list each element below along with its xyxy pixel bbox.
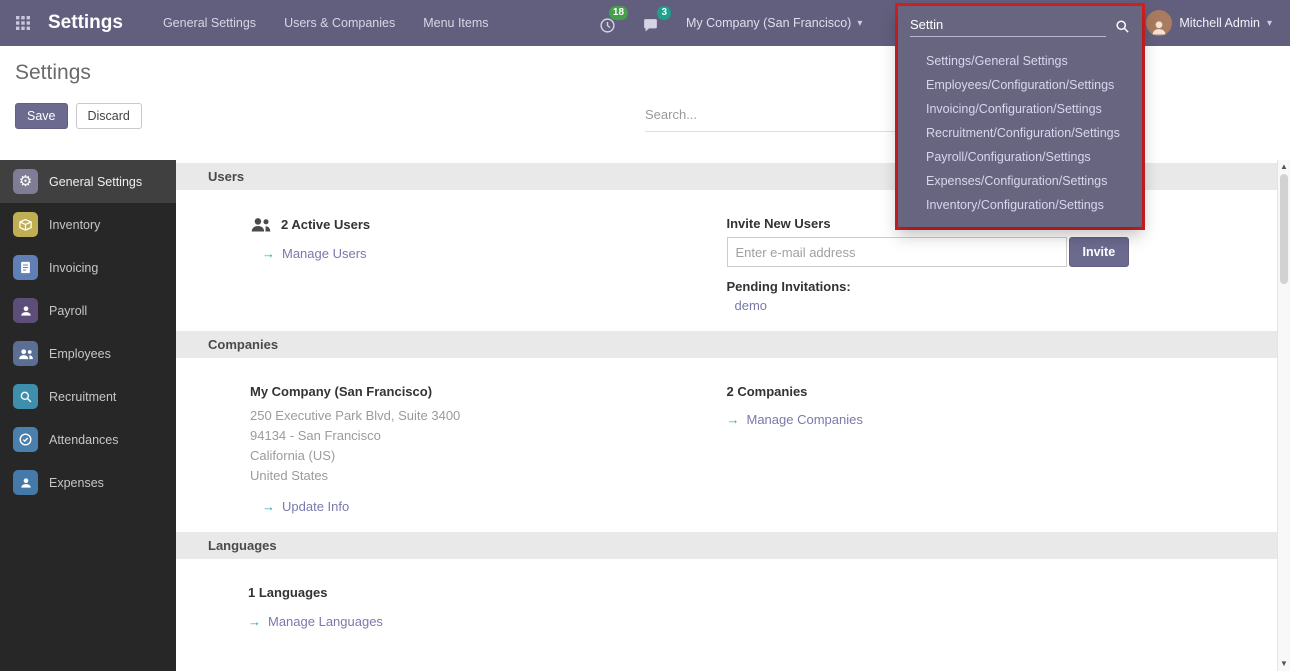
section-header-languages: Languages (176, 532, 1277, 559)
menu-search-result[interactable]: Invoicing/Configuration/Settings (898, 97, 1142, 121)
magnifier-icon (13, 384, 38, 409)
app-title[interactable]: Settings (48, 12, 123, 34)
arrow-right-icon: → (727, 412, 740, 427)
sidebar-item-payroll[interactable]: Payroll (0, 289, 176, 332)
sidebar-item-label: Payroll (49, 304, 87, 318)
sidebar-item-label: Recruitment (49, 390, 116, 404)
menu-general-settings[interactable]: General Settings (149, 16, 270, 30)
pending-invitations-title: Pending Invitations: (727, 279, 1278, 294)
company-switcher[interactable]: My Company (San Francisco) ▾ (672, 16, 876, 30)
users-icon (250, 216, 272, 233)
link-label: Manage Users (282, 246, 367, 261)
control-panel-buttons: Save Discard (15, 103, 142, 129)
sidebar-item-label: General Settings (49, 175, 142, 189)
gear-icon: ⚙ (13, 169, 38, 194)
activity-count-badge: 18 (609, 6, 628, 20)
top-menu: General Settings Users & Companies Menu … (149, 16, 503, 30)
person-icon (1150, 18, 1168, 36)
vertical-scrollbar[interactable]: ▲ ▼ (1277, 160, 1290, 671)
settings-content: Users 2 Active Users → Manage Users Invi… (176, 160, 1277, 671)
message-count-badge: 3 (657, 6, 671, 20)
menu-search-result[interactable]: Expenses/Configuration/Settings (898, 169, 1142, 193)
box-icon (13, 212, 38, 237)
company-name: My Company (San Francisco) (686, 16, 851, 30)
odoo-settings-app: Settings General Settings Users & Compan… (0, 0, 1290, 671)
page-body: ⚙ General Settings Inventory Invoicing (0, 160, 1290, 671)
sidebar-item-label: Employees (49, 347, 111, 361)
menu-search-result[interactable]: Employees/Configuration/Settings (898, 73, 1142, 97)
sidebar-item-label: Attendances (49, 433, 119, 447)
search-view (645, 106, 895, 132)
company-name-text: My Company (San Francisco) (250, 384, 677, 399)
languages-section: 1 Languages → Manage Languages (176, 559, 1277, 647)
invoice-document-icon (13, 255, 38, 280)
sidebar-item-label: Inventory (49, 218, 100, 232)
people-icon (13, 341, 38, 366)
check-circle-icon (13, 427, 38, 452)
sidebar-item-label: Expenses (49, 476, 104, 490)
invite-email-input[interactable] (727, 237, 1067, 267)
companies-section: My Company (San Francisco) 250 Executive… (176, 358, 1277, 532)
company-address-line: California (US) (250, 446, 677, 466)
grid-icon (16, 16, 30, 30)
discard-button[interactable]: Discard (76, 103, 142, 129)
sidebar-item-general-settings[interactable]: ⚙ General Settings (0, 160, 176, 203)
manage-languages-link[interactable]: → Manage Languages (248, 614, 383, 629)
menu-search-result[interactable]: Settings/General Settings (898, 49, 1142, 73)
sidebar-item-label: Invoicing (49, 261, 98, 275)
sidebar-item-recruitment[interactable]: Recruitment (0, 375, 176, 418)
company-address-line: United States (250, 466, 677, 486)
sidebar-item-inventory[interactable]: Inventory (0, 203, 176, 246)
arrow-right-icon: → (262, 246, 275, 261)
arrow-right-icon: → (262, 499, 275, 514)
update-info-link[interactable]: → Update Info (250, 499, 349, 514)
save-button[interactable]: Save (15, 103, 68, 129)
payroll-person-icon (13, 298, 38, 323)
menu-search-input[interactable] (910, 15, 1106, 37)
menu-search-results: Settings/General Settings Employees/Conf… (898, 43, 1142, 227)
sidebar-item-invoicing[interactable]: Invoicing (0, 246, 176, 289)
manage-users-link[interactable]: → Manage Users (250, 246, 367, 261)
invite-button[interactable]: Invite (1069, 237, 1130, 267)
user-menu[interactable]: Mitchell Admin ▾ (1136, 10, 1282, 36)
scroll-up-arrow[interactable]: ▲ (1278, 162, 1290, 171)
messages-button[interactable]: 3 (629, 13, 672, 34)
scroll-down-arrow[interactable]: ▼ (1278, 659, 1290, 668)
chat-bubble-icon (642, 17, 659, 34)
search-icon (1115, 19, 1130, 34)
highlight-box: Settings/General Settings Employees/Conf… (895, 3, 1145, 230)
sidebar-item-employees[interactable]: Employees (0, 332, 176, 375)
menu-search-result[interactable]: Payroll/Configuration/Settings (898, 145, 1142, 169)
link-label: Manage Languages (268, 614, 383, 629)
chevron-down-icon: ▾ (1267, 18, 1272, 29)
page-title: Settings (15, 61, 91, 85)
arrow-right-icon: → (248, 614, 261, 629)
menu-search-result[interactable]: Inventory/Configuration/Settings (898, 193, 1142, 217)
link-label: Update Info (282, 499, 349, 514)
menu-search-result[interactable]: Recruitment/Configuration/Settings (898, 121, 1142, 145)
scrollbar-thumb[interactable] (1280, 174, 1288, 284)
settings-sidebar: ⚙ General Settings Inventory Invoicing (0, 160, 176, 671)
menu-menu-items[interactable]: Menu Items (409, 16, 502, 30)
menu-search-dropdown: Settings/General Settings Employees/Conf… (898, 6, 1142, 227)
active-users-count: 2 Active Users (281, 217, 370, 232)
section-header-companies: Companies (176, 331, 1277, 358)
companies-count: 2 Companies (727, 384, 1278, 399)
expense-person-icon (13, 470, 38, 495)
link-label: Manage Companies (747, 412, 863, 427)
search-input[interactable] (645, 107, 895, 122)
activities-button[interactable]: 18 (586, 13, 629, 34)
avatar (1146, 10, 1172, 36)
manage-companies-link[interactable]: → Manage Companies (727, 412, 863, 427)
menu-users-companies[interactable]: Users & Companies (270, 16, 409, 30)
languages-count: 1 Languages (248, 585, 1277, 600)
chevron-down-icon: ▾ (857, 18, 862, 29)
company-address-line: 250 Executive Park Blvd, Suite 3400 (250, 406, 677, 426)
sidebar-item-attendances[interactable]: Attendances (0, 418, 176, 461)
sidebar-item-expenses[interactable]: Expenses (0, 461, 176, 504)
company-address-line: 94134 - San Francisco (250, 426, 677, 446)
pending-invitation-tag[interactable]: demo (727, 298, 768, 313)
apps-menu-icon[interactable] (0, 0, 46, 46)
user-name: Mitchell Admin (1179, 16, 1260, 30)
